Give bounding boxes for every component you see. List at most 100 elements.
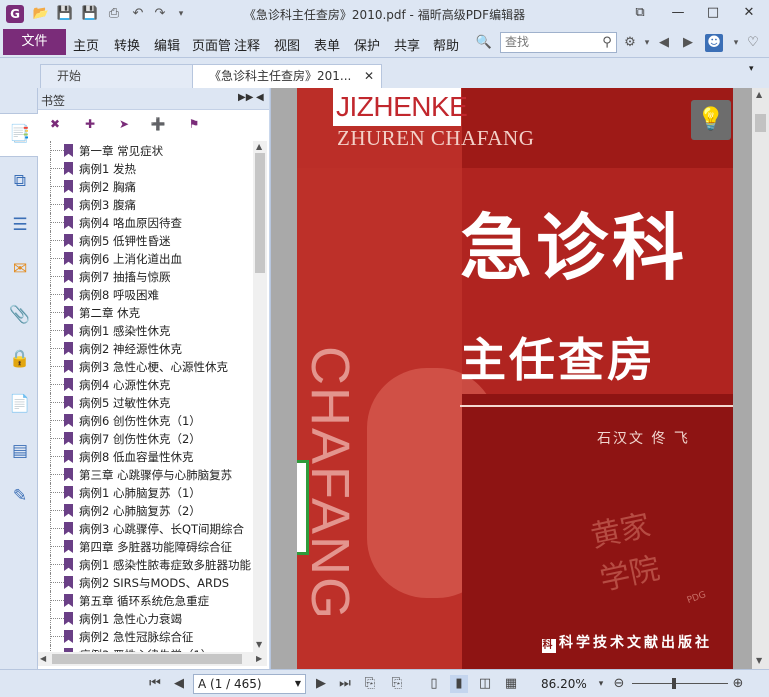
bookmark-item[interactable]: 病例2 心肺脑复苏（2） [38,501,253,519]
zoom-level[interactable]: 86.20% [541,677,587,691]
restore-down-icon[interactable]: ⧉ [627,3,653,23]
tab-start[interactable]: 开始 [40,64,195,88]
pdf-page-cover[interactable]: JIZHENKE ZHUREN CHAFANG CHAFANG 急诊科 主任查房… [297,88,733,669]
zoom-dropdown-icon[interactable]: ▾ [592,675,610,693]
search-icon[interactable]: ⚲ [598,34,616,52]
tab-list-dropdown-icon[interactable]: ▾ [749,64,754,74]
bookmark-item[interactable]: 病例6 上消化道出血 [38,249,253,267]
bookmark-item[interactable]: 病例1 心肺脑复苏（1） [38,483,253,501]
nav-forward-icon[interactable]: ▶ [679,34,697,52]
bookmark-item[interactable]: 病例1 感染性休克 [38,321,253,339]
page-thumbnails-icon[interactable]: ⧉ [7,168,33,194]
form-fields-icon[interactable]: ▤ [7,438,33,464]
bookmark-item[interactable]: 病例2 胸痛 [38,177,253,195]
zoom-out-icon[interactable]: ⊖ [610,675,628,693]
settings-dropdown-icon[interactable]: ▾ [638,34,656,52]
account-dropdown-icon[interactable]: ▾ [727,34,745,52]
bookmark-item[interactable]: 病例2 SIRS与MODS、ARDS [38,573,253,591]
tip-lightbulb-icon[interactable]: 💡 [691,100,731,140]
doc-scroll-down-icon[interactable]: ▼ [756,656,762,665]
continuous-facing-icon[interactable]: ▦ [502,675,520,693]
menu-comment[interactable]: 注释 [234,35,260,54]
panel-collapse-icon[interactable]: ◀ [256,92,264,103]
nav-back-icon[interactable]: ◀ [655,34,673,52]
doc-scroll-thumb[interactable] [755,114,766,132]
open-icon[interactable]: 📂 [32,5,50,23]
undo-icon[interactable]: ↶ [129,5,147,23]
bookmark-horizontal-scrollbar[interactable]: ◀ ▶ [38,652,267,666]
security-lock-icon[interactable]: 🔒 [7,346,33,372]
bookmark-item[interactable]: 第一章 常见症状 [38,141,253,159]
save-icon[interactable]: 💾 [56,5,74,23]
menu-view[interactable]: 视图 [274,35,300,54]
tab-close-icon[interactable]: ✕ [364,65,374,87]
bookmark-item[interactable]: 病例1 发热 [38,159,253,177]
minimize-icon[interactable]: — [665,3,691,23]
bookmark-item[interactable]: 病例3 急性心梗、心源性休克 [38,357,253,375]
customize-icon[interactable]: ▾ [172,5,190,23]
page-dropdown-icon[interactable]: ▼ [295,675,301,693]
tab-document[interactable]: 《急诊科主任查房》201... ✕ [192,64,382,88]
bookmark-item[interactable]: 病例2 急性冠脉综合征 [38,627,253,645]
app-logo-icon[interactable]: G [6,5,24,23]
bookmark-item[interactable]: 病例4 咯血原因待查 [38,213,253,231]
menu-edit[interactable]: 编辑 [154,35,180,54]
zoom-slider-track[interactable] [632,683,728,684]
scroll-thumb[interactable] [255,153,265,273]
user-account-icon[interactable]: ☻ [705,34,723,52]
first-page-icon[interactable]: ⏮ [146,675,164,693]
bookmark-item[interactable]: 病例3 严性心律失常（1） [38,645,253,652]
print-icon[interactable]: ⎙ [105,5,123,23]
bookmark-item[interactable]: 病例7 抽搐与惊厥 [38,267,253,285]
document-vertical-scrollbar[interactable]: ▲ ▼ [752,88,769,669]
next-view-icon[interactable]: ⎘ [388,675,406,693]
bookmark-item[interactable]: 病例3 腹痛 [38,195,253,213]
scroll-left-icon[interactable]: ◀ [40,654,46,663]
bookmark-item[interactable]: 病例1 感染性脓毒症致多脏器功能 [38,555,253,573]
settings-gear-icon[interactable]: ⚙ [621,34,639,52]
bookmark-item[interactable]: 病例5 低钾性昏迷 [38,231,253,249]
menu-home[interactable]: 主页 [73,35,99,54]
continuous-page-icon[interactable]: ▮ [450,675,468,693]
hscroll-thumb[interactable] [52,654,242,664]
zoom-in-icon[interactable]: ⊕ [729,675,747,693]
document-view[interactable]: JIZHENKE ZHUREN CHAFANG CHAFANG 急诊科 主任查房… [270,88,769,669]
menu-help[interactable]: 帮助 [433,35,459,54]
next-page-icon[interactable]: ▶ [312,675,330,693]
favorite-heart-icon[interactable]: ♡ [744,34,762,52]
single-page-icon[interactable]: ▯ [425,675,443,693]
scroll-down-icon[interactable]: ▼ [256,640,262,649]
bookmark-item[interactable]: 病例8 低血容量性休克 [38,447,253,465]
bookmark-properties-icon[interactable]: ⚑ [186,116,202,132]
previous-page-icon[interactable]: ◀ [170,675,188,693]
bookmark-item[interactable]: 病例3 心跳骤停、长QT间期综合 [38,519,253,537]
bookmark-vertical-scrollbar[interactable]: ▲ ▼ [253,141,267,652]
bookmark-item[interactable]: 病例7 创伤性休克（2） [38,429,253,447]
new-bookmark-page-icon[interactable]: ➕ [150,116,166,132]
find-folder-icon[interactable]: 🔍 [475,34,493,52]
doc-scroll-up-icon[interactable]: ▲ [756,90,762,99]
bookmark-item[interactable]: 病例4 心源性休克 [38,375,253,393]
menu-convert[interactable]: 转换 [114,35,140,54]
menu-form[interactable]: 表单 [314,35,340,54]
file-menu-button[interactable]: 文件 [3,29,66,55]
bookmark-item[interactable]: 病例5 过敏性休克 [38,393,253,411]
bookmark-item[interactable]: 病例2 神经源性休克 [38,339,253,357]
panel-expand-icon[interactable]: ▶▶ [238,92,253,103]
last-page-icon[interactable]: ⏭ [336,675,354,693]
maximize-icon[interactable]: □ [700,3,726,23]
delete-bookmark-icon[interactable]: ✖ [47,116,63,132]
scroll-right-icon[interactable]: ▶ [256,654,262,663]
document-info-icon[interactable]: 📄 [7,391,33,417]
bookmark-item[interactable]: 第二章 休克 [38,303,253,321]
redo-icon[interactable]: ↷ [151,5,169,23]
signature-icon[interactable]: ✎ [7,483,33,509]
menu-protect[interactable]: 保护 [354,35,380,54]
previous-view-icon[interactable]: ⎘ [361,675,379,693]
scroll-up-icon[interactable]: ▲ [256,142,262,151]
comments-icon[interactable]: ✉ [7,256,33,282]
layers-icon[interactable]: ☰ [7,212,33,238]
move-bookmark-icon[interactable]: ➤ [116,116,132,132]
save-as-icon[interactable]: 💾 [81,5,99,23]
close-icon[interactable]: ✕ [736,3,762,23]
